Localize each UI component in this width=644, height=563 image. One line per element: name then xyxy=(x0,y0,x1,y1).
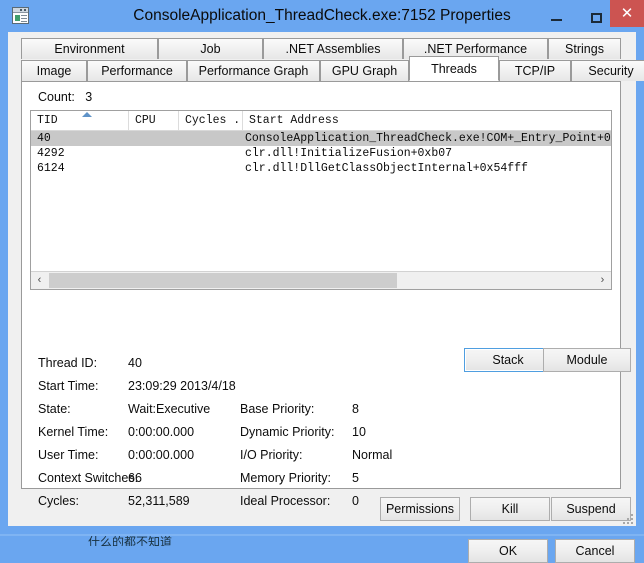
properties-window: ConsoleApplication_ThreadCheck.exe:7152 … xyxy=(0,0,644,534)
column-header-tid[interactable]: TID xyxy=(31,111,129,130)
horizontal-scrollbar[interactable]: ‹ › xyxy=(31,271,611,289)
value-kernel-time: 0:00:00.000 xyxy=(128,425,194,439)
label-cycles: Cycles: xyxy=(38,494,79,508)
background-occluded-text: 什么的都不知道 xyxy=(88,536,308,546)
sort-ascending-icon xyxy=(82,112,92,117)
scroll-left-arrow-icon[interactable]: ‹ xyxy=(31,272,48,289)
table-row[interactable]: 4292 clr.dll!InitializeFusion+0xb07 xyxy=(31,146,611,161)
stack-button[interactable]: Stack xyxy=(464,348,552,372)
thread-list-body: 40 ConsoleApplication_ThreadCheck.exe!CO… xyxy=(31,131,611,269)
value-state: Wait:Executive xyxy=(128,402,210,416)
ok-button[interactable]: OK xyxy=(468,539,548,563)
cell-tid: 6124 xyxy=(37,161,65,176)
close-icon: ✕ xyxy=(610,0,644,27)
label-start-time: Start Time: xyxy=(38,379,98,393)
scroll-right-arrow-icon[interactable]: › xyxy=(594,272,611,289)
tab-net-assemblies[interactable]: .NET Assemblies xyxy=(263,38,403,59)
window-client-area: Environment Job .NET Assemblies .NET Per… xyxy=(8,32,636,526)
window-titlebar[interactable]: ConsoleApplication_ThreadCheck.exe:7152 … xyxy=(0,0,644,32)
column-header-cycles[interactable]: Cycles ... xyxy=(179,111,243,130)
minimize-icon xyxy=(551,19,562,21)
cell-tid: 4292 xyxy=(37,146,65,161)
value-user-time: 0:00:00.000 xyxy=(128,448,194,462)
cancel-button[interactable]: Cancel xyxy=(555,539,635,563)
table-row[interactable]: 6124 clr.dll!DllGetClassObjectInternal+0… xyxy=(31,161,611,176)
tab-environment[interactable]: Environment xyxy=(21,38,158,59)
thread-count: Count: 3 xyxy=(38,90,92,104)
tab-job[interactable]: Job xyxy=(158,38,263,59)
value-cycles: 52,311,589 xyxy=(128,494,190,508)
cell-address: clr.dll!DllGetClassObjectInternal+0x54ff… xyxy=(245,161,528,176)
tab-performance-graph[interactable]: Performance Graph xyxy=(187,60,320,81)
label-state: State: xyxy=(38,402,71,416)
tab-strip: Environment Job .NET Assemblies .NET Per… xyxy=(21,38,621,82)
cell-address: clr.dll!InitializeFusion+0xb07 xyxy=(245,146,452,161)
value-ideal-processor: 0 xyxy=(352,494,359,508)
value-dynamic-priority: 10 xyxy=(352,425,366,439)
tab-strings[interactable]: Strings xyxy=(548,38,621,59)
tab-tcp-ip[interactable]: TCP/IP xyxy=(499,60,571,81)
value-thread-id: 40 xyxy=(128,356,142,370)
minimize-button[interactable] xyxy=(536,0,576,27)
tab-gpu-graph[interactable]: GPU Graph xyxy=(320,60,409,81)
tab-threads[interactable]: Threads xyxy=(409,56,499,81)
tab-performance[interactable]: Performance xyxy=(87,60,187,81)
cell-address: ConsoleApplication_ThreadCheck.exe!COM+_… xyxy=(245,131,611,146)
cell-tid: 40 xyxy=(37,131,51,146)
tab-security[interactable]: Security xyxy=(571,60,644,81)
thread-count-value: 3 xyxy=(85,90,92,104)
label-ideal-processor: Ideal Processor: xyxy=(240,494,330,508)
scrollbar-thumb[interactable] xyxy=(49,273,397,288)
label-kernel-time: Kernel Time: xyxy=(38,425,108,439)
value-base-priority: 8 xyxy=(352,402,359,416)
value-context-switches: 66 xyxy=(128,471,142,485)
thread-count-label: Count: xyxy=(38,90,75,104)
module-button[interactable]: Module xyxy=(543,348,631,372)
permissions-button[interactable]: Permissions xyxy=(380,497,460,521)
label-dynamic-priority: Dynamic Priority: xyxy=(240,425,334,439)
value-start-time: 23:09:29 2013/4/18 xyxy=(128,379,236,393)
maximize-icon xyxy=(591,13,602,23)
label-user-time: User Time: xyxy=(38,448,98,462)
kill-button[interactable]: Kill xyxy=(470,497,550,521)
column-header-cpu[interactable]: CPU xyxy=(129,111,179,130)
label-base-priority: Base Priority: xyxy=(240,402,314,416)
label-io-priority: I/O Priority: xyxy=(240,448,303,462)
value-io-priority: Normal xyxy=(352,448,392,462)
tab-image[interactable]: Image xyxy=(21,60,87,81)
resize-grip-icon[interactable] xyxy=(621,512,633,524)
thread-list[interactable]: TID CPU Cycles ... Start Address 40 Cons… xyxy=(30,110,612,290)
threads-tab-panel: Count: 3 TID CPU Cycles ... Start Addres… xyxy=(21,81,621,489)
label-thread-id: Thread ID: xyxy=(38,356,97,370)
value-memory-priority: 5 xyxy=(352,471,359,485)
tab-row-lower: Image Performance Performance Graph GPU … xyxy=(21,60,621,82)
suspend-button[interactable]: Suspend xyxy=(551,497,631,521)
thread-list-header: TID CPU Cycles ... Start Address xyxy=(31,111,611,131)
tab-row-upper: Environment Job .NET Assemblies .NET Per… xyxy=(21,38,621,60)
label-context-switches: Context Switches: xyxy=(38,471,138,485)
close-button[interactable]: ✕ xyxy=(610,0,644,27)
table-row[interactable]: 40 ConsoleApplication_ThreadCheck.exe!CO… xyxy=(31,131,611,146)
label-memory-priority: Memory Priority: xyxy=(240,471,331,485)
column-header-start-address[interactable]: Start Address xyxy=(243,111,611,130)
